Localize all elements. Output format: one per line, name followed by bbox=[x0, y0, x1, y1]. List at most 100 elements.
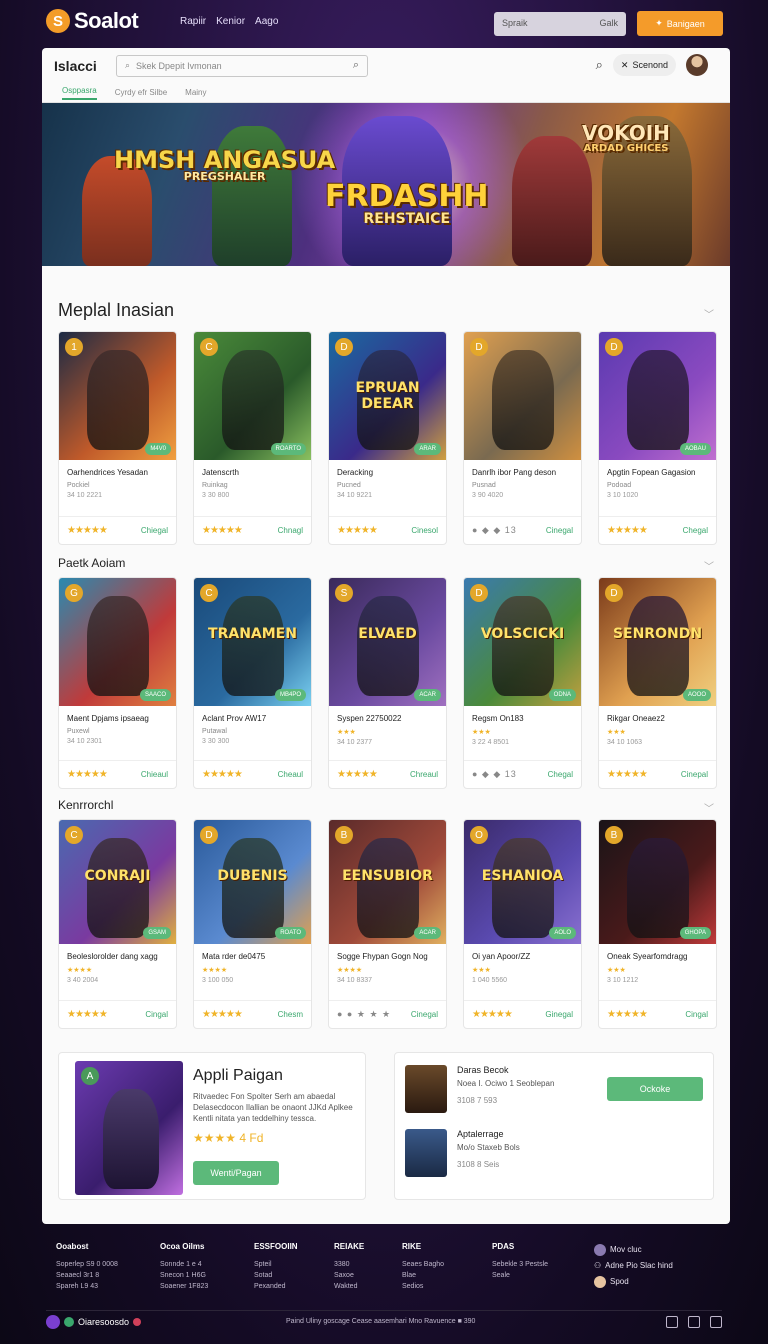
promo-button[interactable]: Wenti/Pagan bbox=[193, 1161, 279, 1185]
footer-link[interactable]: 3380 bbox=[334, 1259, 364, 1270]
footer-link[interactable]: Saxoe bbox=[334, 1270, 364, 1281]
get-button[interactable]: Chegal bbox=[683, 526, 708, 535]
game-thumbnail[interactable]: D EPRUAN DEEAR ARAR bbox=[329, 332, 446, 460]
game-card[interactable]: G SAACO Maent Dpjams ipsaeag Puxewl 34 10 23… bbox=[58, 577, 177, 789]
get-button[interactable]: Chnagl bbox=[278, 526, 303, 535]
game-thumbnail[interactable]: D SENRONDN AOOO bbox=[599, 578, 716, 706]
footer-link[interactable]: Seaes Bagho bbox=[402, 1259, 444, 1270]
search-submit-icon[interactable]: ⌕ bbox=[353, 59, 359, 72]
side-item[interactable]: Aptalerrage Mo/o Staxeb Bols 3108 8 Seis bbox=[405, 1129, 520, 1177]
game-card[interactable]: B GHOPA Oneak Syearfomdragg ★★★ 3 10 1212 ★★★… bbox=[598, 819, 717, 1029]
footer-link[interactable]: Pexanded bbox=[254, 1281, 298, 1292]
game-thumbnail[interactable]: 1 M4V0 bbox=[59, 332, 176, 460]
game-thumbnail[interactable]: B EENSUBIOR ACAR bbox=[329, 820, 446, 944]
get-button[interactable]: Cingal bbox=[685, 1010, 708, 1019]
footer-link[interactable]: Sedios bbox=[402, 1281, 444, 1292]
featured-promo[interactable]: A Appli Paigan Ritvaedec Fon Spolter Ser… bbox=[58, 1052, 366, 1200]
get-button[interactable]: Cinegal bbox=[411, 1010, 438, 1019]
game-card[interactable]: C TRANAMEN MB4PO Aclant Prov AW17 Putawal 3 3… bbox=[193, 577, 312, 789]
chevron-down-icon[interactable]: ﹀ bbox=[704, 558, 714, 573]
tab-featured[interactable]: Osppasra bbox=[62, 86, 97, 100]
game-thumbnail[interactable]: D bbox=[464, 332, 581, 460]
game-title[interactable]: Apgtin Fopean Gagasion bbox=[599, 460, 716, 480]
game-title[interactable]: Deracking bbox=[329, 460, 446, 480]
game-title[interactable]: Sogge Fhypan Gogn Nog bbox=[329, 944, 446, 964]
store-search-input[interactable]: ⌕ Skek Dpepit Ivmonan ⌕ bbox=[116, 54, 368, 77]
footer-link[interactable]: Soperlep S9 0 0008 bbox=[56, 1259, 118, 1270]
game-title[interactable]: Jatenscrth bbox=[194, 460, 311, 480]
tab-more[interactable]: Mainy bbox=[185, 88, 206, 97]
game-card[interactable]: C CONRAJI GSAM Beoleslorolder dang xagg ★★★★… bbox=[58, 819, 177, 1029]
game-thumbnail[interactable]: C ROARTO bbox=[194, 332, 311, 460]
game-title[interactable]: Maent Dpjams ipsaeag bbox=[59, 706, 176, 726]
window-icon[interactable] bbox=[710, 1315, 722, 1328]
footer-link[interactable]: Soaener 1F823 bbox=[160, 1281, 208, 1292]
side-item[interactable]: Daras Becok Noea I. Ociwo 1 Seoblepan 31… bbox=[405, 1065, 554, 1113]
game-card[interactable]: D AOBAU Apgtin Fopean Gagasion Podoad 3 10 1… bbox=[598, 331, 717, 545]
footer-link[interactable]: Snecon 1 H6G bbox=[160, 1270, 208, 1281]
top-nav-item[interactable]: Aago bbox=[255, 16, 278, 27]
chevron-down-icon[interactable]: ﹀ bbox=[704, 306, 714, 321]
get-button[interactable]: Chesm bbox=[278, 1010, 303, 1019]
footer-brand[interactable]: Oiaresoosdo bbox=[46, 1314, 142, 1329]
footer-link[interactable]: Wakted bbox=[334, 1281, 364, 1292]
get-button[interactable]: Cinesol bbox=[411, 526, 438, 535]
game-title[interactable]: Regsm On183 bbox=[464, 706, 581, 726]
top-search-input[interactable]: Spraik Galk bbox=[494, 12, 626, 36]
social-item[interactable]: Spod bbox=[594, 1274, 673, 1290]
game-card[interactable]: C ROARTO Jatenscrth Ruinkag 3 30 800 ★★★★★ Chn… bbox=[193, 331, 312, 545]
footer-link[interactable]: Seaaecl 3r1 8 bbox=[56, 1270, 118, 1281]
footer-link[interactable]: Spareh L9 43 bbox=[56, 1281, 118, 1292]
game-card[interactable]: 1 M4V0 Oarhendrices Yesadan Pockiel 34 10 22… bbox=[58, 331, 177, 545]
top-nav-item[interactable]: Rapiir bbox=[180, 16, 206, 27]
game-card[interactable]: D DUBENIS ROATO Mata rder de0475 ★★★★ 3 100 0… bbox=[193, 819, 312, 1029]
social-item[interactable]: ⚇ Adne Pio Slac hind bbox=[594, 1258, 673, 1274]
game-title[interactable]: Oneak Syearfomdragg bbox=[599, 944, 716, 964]
game-thumbnail[interactable]: D VOLSCICKI ODNA bbox=[464, 578, 581, 706]
get-button[interactable]: Cheaul bbox=[278, 770, 303, 779]
game-thumbnail[interactable]: B GHOPA bbox=[599, 820, 716, 944]
game-thumbnail[interactable]: D DUBENIS ROATO bbox=[194, 820, 311, 944]
game-card[interactable]: D EPRUAN DEEAR ARAR Deracking Pucned 34 10 92… bbox=[328, 331, 447, 545]
game-thumbnail[interactable]: C TRANAMEN MB4PO bbox=[194, 578, 311, 706]
tab-categories[interactable]: Cyrdy efr Silbe bbox=[115, 88, 167, 97]
game-title[interactable]: Oi yan Apoor/ZZ bbox=[464, 944, 581, 964]
panel-brand[interactable]: Islacci bbox=[54, 58, 116, 74]
top-search-button[interactable]: Galk bbox=[599, 18, 618, 30]
game-card[interactable]: B EENSUBIOR ACAR Sogge Fhypan Gogn Nog ★★★★ 3… bbox=[328, 819, 447, 1029]
game-thumbnail[interactable]: S ELVAED ACAR bbox=[329, 578, 446, 706]
get-button[interactable]: Cinepal bbox=[681, 770, 708, 779]
get-button[interactable]: Chegal bbox=[548, 770, 573, 779]
hero-banner[interactable]: HMSH ANGASUA PREGSHALER FRDASHH REHSTAIC… bbox=[42, 103, 730, 266]
footer-link[interactable]: Seale bbox=[492, 1270, 548, 1281]
game-thumbnail[interactable]: O ESHANIOA AOLO bbox=[464, 820, 581, 944]
footer-link[interactable]: Sonnde 1 e 4 bbox=[160, 1259, 208, 1270]
game-thumbnail[interactable]: D AOBAU bbox=[599, 332, 716, 460]
footer-link[interactable]: Spteil bbox=[254, 1259, 298, 1270]
site-logo[interactable]: S Soalot bbox=[46, 8, 139, 34]
game-card[interactable]: S ELVAED ACAR Syspen 22750022 ★★★ 34 10 2377 ★… bbox=[328, 577, 447, 789]
social-item[interactable]: Mov cluc bbox=[594, 1242, 673, 1258]
top-nav-item[interactable]: Kenior bbox=[216, 16, 245, 27]
side-action-button[interactable]: Ockoke bbox=[607, 1077, 703, 1101]
game-title[interactable]: Danrlh ibor Pang deson bbox=[464, 460, 581, 480]
window-icon[interactable] bbox=[688, 1315, 700, 1328]
game-card[interactable]: D VOLSCICKI ODNA Regsm On183 ★★★ 3 22 4 8501 ●… bbox=[463, 577, 582, 789]
footer-link[interactable]: Sebekle 3 Pestsle bbox=[492, 1259, 548, 1270]
top-cta-button[interactable]: ✦ Banigaen bbox=[637, 11, 723, 36]
game-card[interactable]: O ESHANIOA AOLO Oi yan Apoor/ZZ ★★★ 1 040 556… bbox=[463, 819, 582, 1029]
footer-link[interactable]: Blae bbox=[402, 1270, 444, 1281]
get-button[interactable]: Chiegal bbox=[141, 526, 168, 535]
game-title[interactable]: Syspen 22750022 bbox=[329, 706, 446, 726]
chevron-down-icon[interactable]: ﹀ bbox=[704, 800, 714, 815]
avatar[interactable] bbox=[686, 54, 708, 76]
account-button[interactable]: ✕ Scenond bbox=[612, 54, 676, 76]
get-button[interactable]: Chreaul bbox=[410, 770, 438, 779]
game-card[interactable]: D SENRONDN AOOO Rikgar Oneaez2 ★★★ 34 10 1063… bbox=[598, 577, 717, 789]
game-thumbnail[interactable]: C CONRAJI GSAM bbox=[59, 820, 176, 944]
get-button[interactable]: Chieaul bbox=[141, 770, 168, 779]
get-button[interactable]: Cinegal bbox=[546, 526, 573, 535]
game-title[interactable]: Beoleslorolder dang xagg bbox=[59, 944, 176, 964]
game-card[interactable]: D Danrlh ibor Pang deson Pusnad 3 90 4020 ● … bbox=[463, 331, 582, 545]
footer-link[interactable]: Sotad bbox=[254, 1270, 298, 1281]
